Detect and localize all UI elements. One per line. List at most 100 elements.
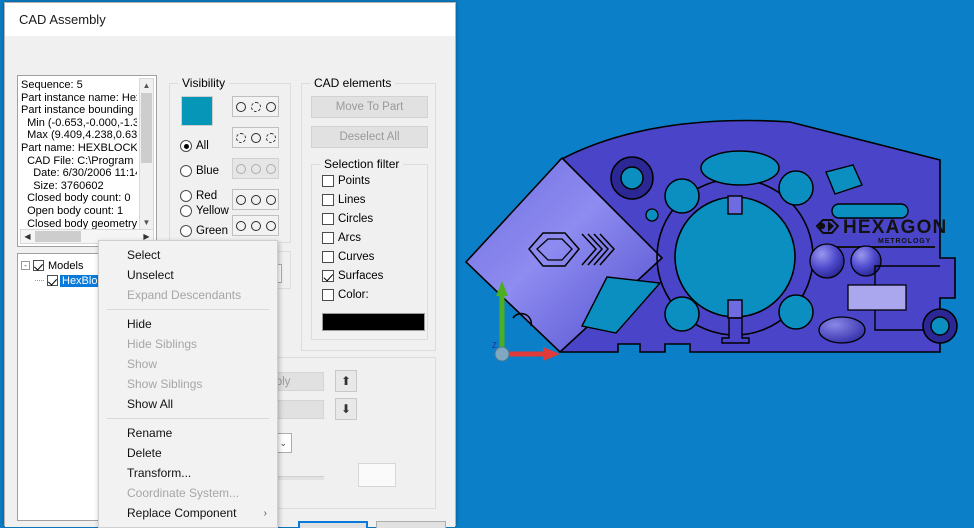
cad-elements-group: CAD elements Move To Part Deselect All S… (301, 76, 436, 351)
menu-item-label: Select (127, 248, 161, 262)
part-info-line: Max (9.409,4.238,0.630 (21, 129, 137, 142)
visibility-group: Visibility All Blue Red Yellow Green (169, 76, 291, 243)
radio-red-icon (180, 190, 192, 202)
checkbox-points-icon (322, 175, 334, 187)
menu-item-label: Show All (127, 397, 174, 411)
circle-icon (250, 163, 261, 174)
filter-color[interactable]: Color: (322, 289, 369, 301)
menu-separator (107, 418, 269, 419)
visibility-all-button[interactable] (232, 96, 279, 117)
part-info-line: Open body count: 1 (21, 204, 124, 217)
visibility-legend: Visibility (178, 76, 230, 90)
dashed-circle-icon (235, 132, 246, 143)
circle-icon (235, 163, 246, 174)
filter-surfaces-label: Surfaces (338, 270, 384, 282)
menu-separator (107, 309, 269, 310)
radio-green[interactable]: Green (180, 225, 228, 237)
checkbox-arcs-icon (322, 232, 334, 244)
checkbox-circles-icon (322, 213, 334, 225)
checkbox-lines-icon (322, 194, 334, 206)
ok-button[interactable]: OK (298, 521, 368, 528)
filter-points-label: Points (338, 175, 370, 187)
part-info-line: CAD File: C:\Program Fil (21, 154, 137, 167)
menu-item-label: Coordinate System... (127, 486, 240, 500)
radio-all-label: All (196, 140, 209, 152)
circle-icon (235, 194, 246, 205)
part-info-list[interactable]: Sequence: 5 Part instance name: HexB Part … (17, 75, 157, 247)
scroll-left-icon[interactable]: ◀ (21, 230, 34, 243)
filter-arcs[interactable]: Arcs (322, 232, 361, 244)
submenu-arrow-icon: › (263, 507, 267, 519)
part-info-line: Closed body geometry o (21, 217, 137, 229)
tree-expander-icon[interactable]: - (21, 261, 30, 270)
menu-item-coordinate-system: Coordinate System... (99, 483, 277, 503)
move-up-button[interactable]: ⬆ (335, 370, 357, 392)
menu-item-hide-siblings: Hide Siblings (99, 334, 277, 354)
screen: HEXAGON METROLOGY Z CAD Assembly Sequenc… (0, 0, 974, 528)
scale-value-input[interactable] (358, 463, 396, 487)
radio-blue-icon (180, 165, 192, 177)
selection-filter-group: Selection filter Points Lines Circles Ar… (311, 157, 428, 340)
filter-curves[interactable]: Curves (322, 251, 374, 263)
svg-text:HEXAGON: HEXAGON (843, 217, 947, 238)
circle-icon (265, 163, 276, 174)
visibility-yellow-button[interactable] (232, 189, 279, 210)
scroll-up-icon[interactable]: ▲ (140, 79, 153, 92)
horizontal-scroll-thumb[interactable] (35, 231, 81, 242)
visibility-color-swatch[interactable] (181, 96, 213, 126)
move-down-button[interactable]: ⬇ (335, 398, 357, 420)
radio-yellow[interactable]: Yellow (180, 205, 229, 217)
info-vertical-scrollbar[interactable]: ▲ ▼ (139, 78, 154, 230)
visibility-row2-button[interactable] (232, 127, 279, 148)
radio-blue-label: Blue (196, 165, 220, 177)
filter-circles[interactable]: Circles (322, 213, 373, 225)
part-info-line: Min (-0.653,-0.000,-1.3 (21, 116, 137, 129)
checkbox-color-icon (322, 289, 334, 301)
checkbox-surfaces-icon (322, 270, 334, 282)
color-swatch-bar[interactable] (322, 313, 425, 331)
tree-checkbox-hexblock[interactable] (47, 275, 58, 286)
checkbox-curves-icon (322, 251, 334, 263)
radio-yellow-icon (180, 205, 192, 217)
menu-item-transform[interactable]: Transform... (99, 463, 277, 483)
deselect-all-button: Deselect All (311, 126, 428, 148)
vertical-scroll-thumb[interactable] (141, 93, 152, 163)
filter-lines[interactable]: Lines (322, 194, 366, 206)
radio-red[interactable]: Red (180, 190, 217, 202)
menu-item-select[interactable]: Select (99, 245, 277, 265)
menu-item-show-siblings: Show Siblings (99, 374, 277, 394)
tree-line-icon (35, 280, 44, 281)
menu-item-unselect[interactable]: Unselect (99, 265, 277, 285)
cancel-button[interactable]: Cancel (376, 521, 446, 528)
menu-item-replace-component[interactable]: Replace Component › (99, 503, 277, 523)
tree-checkbox-models[interactable] (33, 260, 44, 271)
radio-red-label: Red (196, 190, 218, 202)
radio-blue[interactable]: Blue (180, 165, 219, 177)
dashed-circle-icon (265, 132, 276, 143)
radio-yellow-label: Yellow (196, 205, 229, 217)
part-info-text: Sequence: 5 Part instance name: HexB Part … (21, 79, 137, 229)
circle-icon (235, 101, 246, 112)
menu-item-hide[interactable]: Hide (99, 314, 277, 334)
filter-curves-label: Curves (338, 251, 375, 263)
tree-context-menu[interactable]: Select Unselect Expand Descendants Hide Hide… (98, 240, 278, 528)
menu-item-rename[interactable]: Rename (99, 423, 277, 443)
menu-item-show-all[interactable]: Show All (99, 394, 277, 414)
visibility-green-button[interactable] (232, 215, 279, 236)
selection-filter-legend: Selection filter (320, 157, 404, 171)
circle-icon (250, 220, 261, 231)
dialog-titlebar: CAD Assembly (5, 3, 455, 37)
menu-item-show: Show (99, 354, 277, 374)
filter-points[interactable]: Points (322, 175, 370, 187)
part-info-line: Closed body count: 0 (21, 192, 131, 205)
menu-item-label: Hide (127, 317, 152, 331)
cad-elements-legend: CAD elements (310, 76, 396, 90)
menu-item-label: Replace Component (127, 506, 237, 520)
filter-color-label: Color: (338, 289, 369, 301)
chevron-down-icon: ⌄ (279, 437, 287, 448)
visibility-blue-button (232, 158, 279, 179)
scroll-down-icon[interactable]: ▼ (140, 216, 153, 229)
radio-all[interactable]: All (180, 140, 209, 152)
menu-item-delete[interactable]: Delete (99, 443, 277, 463)
filter-surfaces[interactable]: Surfaces (322, 270, 383, 282)
